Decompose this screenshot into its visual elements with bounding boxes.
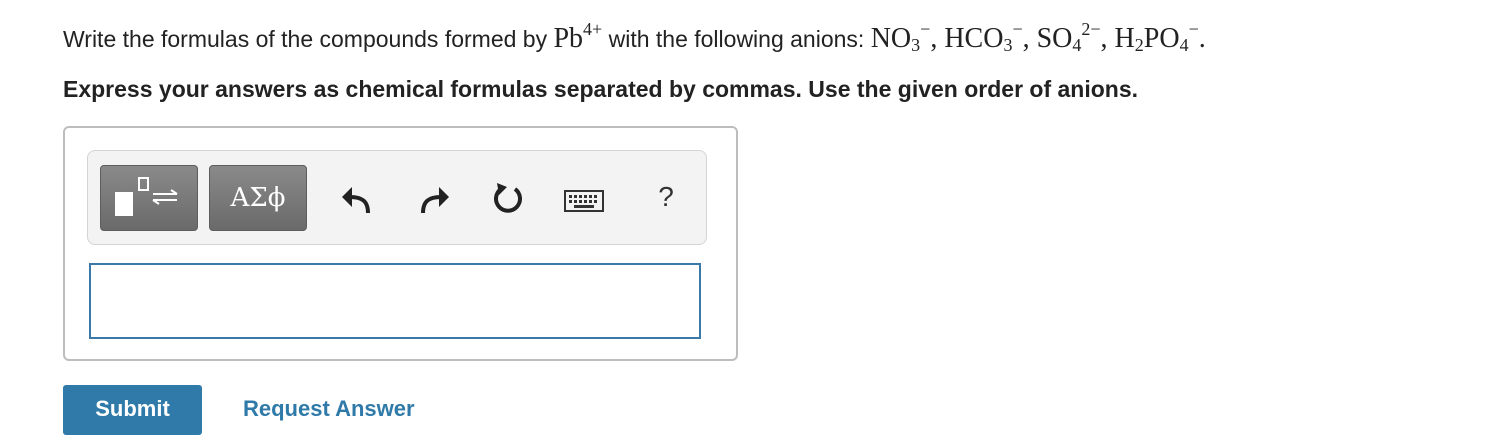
templates-icon	[115, 177, 178, 216]
instruction-text: Express your answers as chemical formula…	[63, 76, 1139, 102]
answer-input[interactable]	[89, 263, 701, 339]
submit-button[interactable]: Submit	[63, 385, 202, 435]
question-middle: with the following anions:	[602, 26, 871, 52]
anion-formula: H2PO4−	[1114, 19, 1199, 55]
undo-icon[interactable]	[338, 173, 378, 225]
keyboard-icon[interactable]	[563, 173, 609, 225]
request-answer-link[interactable]: Request Answer	[243, 385, 415, 433]
anion-separator: ,	[1022, 23, 1037, 54]
cation-formula: Pb4+	[553, 19, 603, 54]
help-button[interactable]: ?	[646, 173, 686, 225]
anion-separator: ,	[1100, 23, 1115, 54]
templates-button[interactable]	[100, 165, 198, 231]
reset-icon[interactable]	[488, 173, 528, 225]
symbols-button[interactable]: ΑΣϕ	[209, 165, 307, 231]
question-end: .	[1198, 23, 1206, 54]
question-text: Write the formulas of the compounds form…	[63, 18, 1483, 60]
redo-icon[interactable]	[413, 173, 453, 225]
anion-formula: HCO3−	[944, 19, 1023, 55]
anion-formula: NO3−	[870, 19, 931, 55]
answer-panel: ΑΣϕ ?	[63, 126, 738, 361]
anion-formula: SO42−	[1036, 19, 1101, 55]
question-prefix: Write the formulas of the compounds form…	[63, 26, 554, 52]
math-toolbar: ΑΣϕ ?	[87, 150, 707, 245]
anion-separator: ,	[930, 23, 945, 54]
